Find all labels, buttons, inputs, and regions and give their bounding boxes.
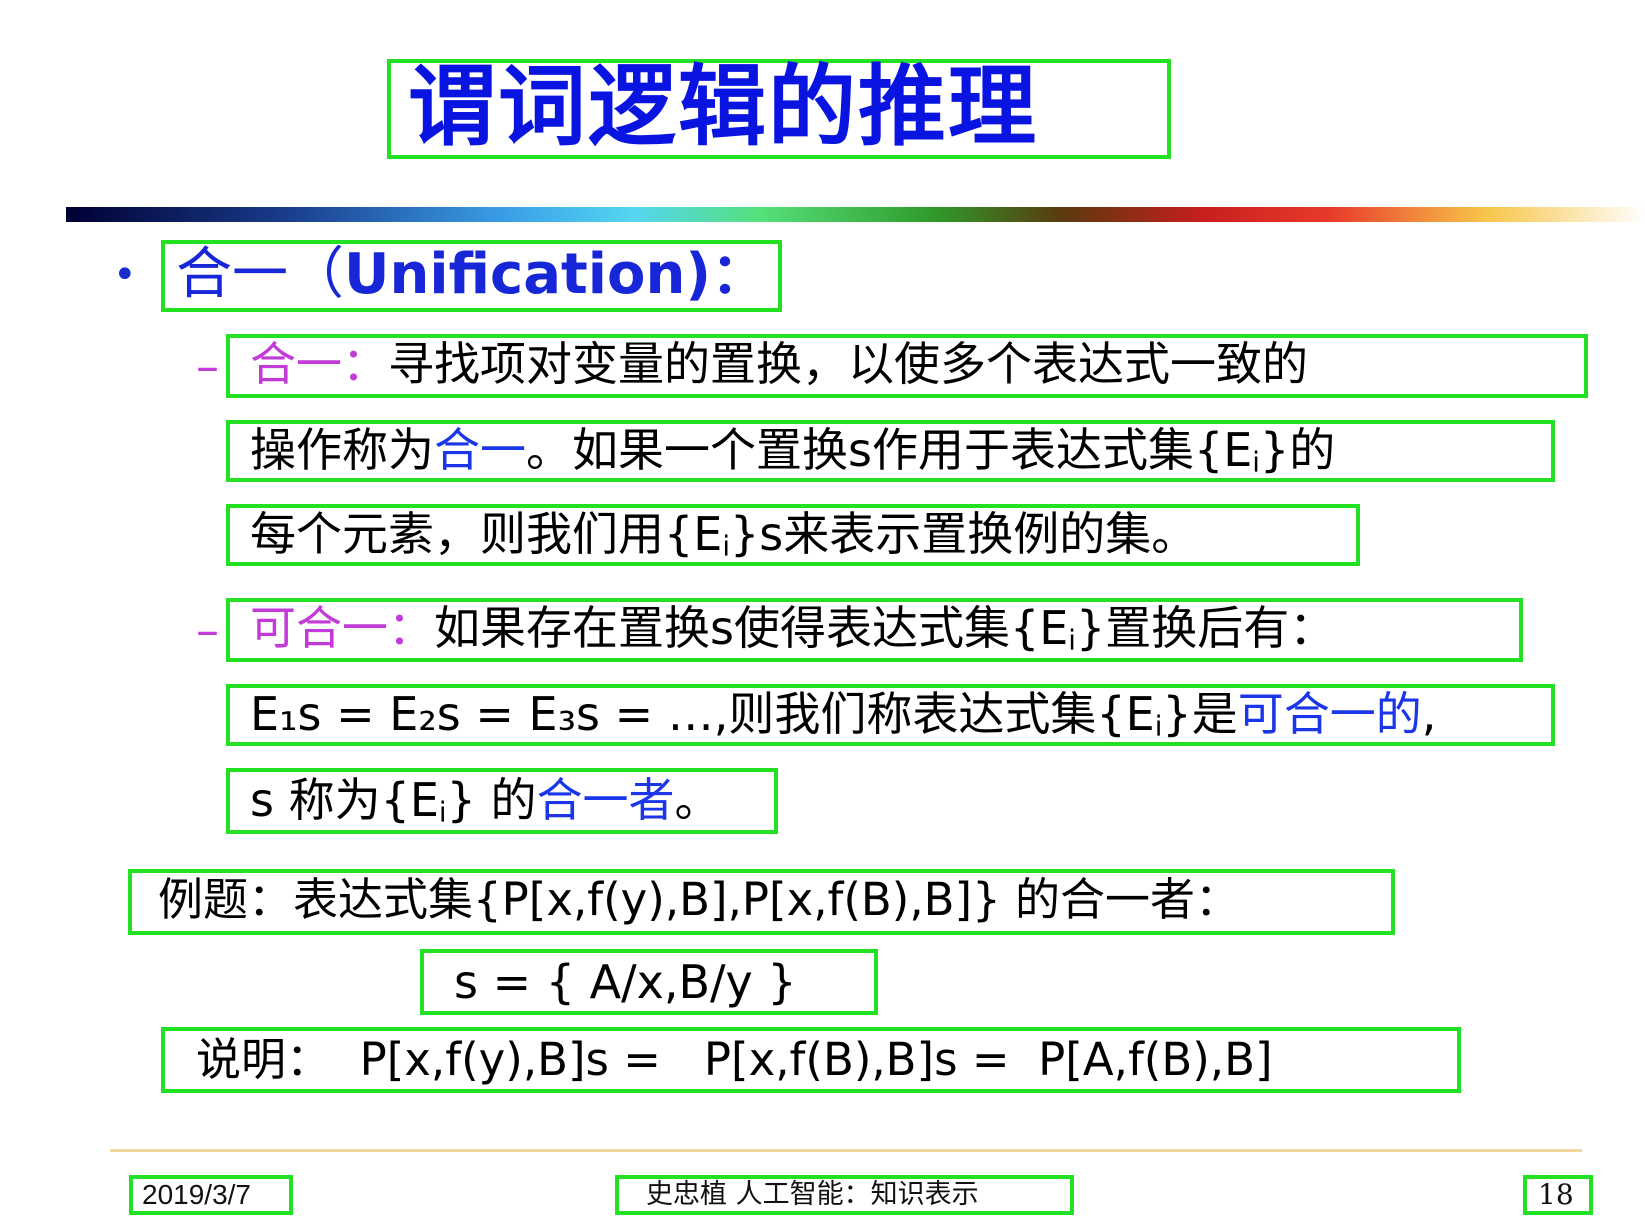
text-span: 操作称为 [250,423,434,477]
item1-line1: 合一：寻找项对变量的置换，以使多个表达式一致的 [250,334,1308,394]
item1-line2: 操作称为合一。如果一个置换s作用于表达式集{Ei}的 [250,420,1335,493]
page-number: 18 [1538,1178,1574,1211]
heading-cn: 合一（ [176,242,344,307]
footer-course-title: 史忠植 人工智能：知识表示 [646,1179,979,1210]
text-span: , [1421,687,1437,741]
item2-term: 可合一： [250,601,434,655]
item1-text1: 寻找项对变量的置换，以使多个表达式一致的 [388,337,1308,391]
text-span: 。 [674,773,721,827]
subscript: i [1068,623,1076,657]
slide-title: 谓词逻辑的推理 [408,55,1039,158]
dash-icon: – [196,603,219,657]
bullet-icon: • [113,252,137,298]
example-line1: 例题：表达式集{P[x,f(y),B],P[x,f(B),B]} 的合一者： [158,873,1241,926]
text-span: 。如果一个置换s作用于表达式集{E [526,423,1253,477]
subscript: i [1252,445,1260,479]
heading-end: )： [685,242,767,307]
unifier-formula: s = { A/x,B/y } [454,955,797,1009]
heading-en: Unification [344,242,686,307]
footer-date: 2019/3/7 [142,1179,251,1210]
section-heading: 合一（Unification)： [176,240,767,310]
subscript: i [722,529,731,563]
text-span: } 的 [446,773,537,827]
term-span: 合一 [434,423,526,477]
text-span: }是 [1162,687,1238,741]
item1-term: 合一： [250,337,388,391]
item2-line1: 可合一：如果存在置换s使得表达式集{Ei}置换后有： [250,598,1335,671]
term-span: 合一者 [536,773,675,827]
explanation-line: 说明： P[x,f(y),B]s = P[x,f(B),B]s = P[A,f(… [196,1033,1273,1086]
footer-divider [110,1149,1582,1152]
text-span: s 称为{E [250,773,439,827]
subscript: i [438,795,447,829]
item1-line3: 每个元素，则我们用{Ei}s来表示置换例的集。 [250,504,1197,577]
text-span: }的 [1259,423,1336,477]
text-span: }置换后有： [1075,601,1336,655]
text-span: E₁s = E₂s = E₃s = …,则我们称表达式集{E [250,687,1155,741]
text-span: 每个元素，则我们用{E [250,507,723,561]
term-span: 可合一的 [1237,687,1422,741]
text-span: }s来表示置换例的集。 [730,507,1198,561]
text-span: 如果存在置换s使得表达式集{E [434,601,1069,655]
dash-icon: – [196,339,219,393]
item2-line3: s 称为{Ei} 的合一者。 [250,770,720,843]
item2-line2: E₁s = E₂s = E₃s = …,则我们称表达式集{Ei}是可合一的, [250,684,1436,757]
gradient-divider [66,207,1645,222]
